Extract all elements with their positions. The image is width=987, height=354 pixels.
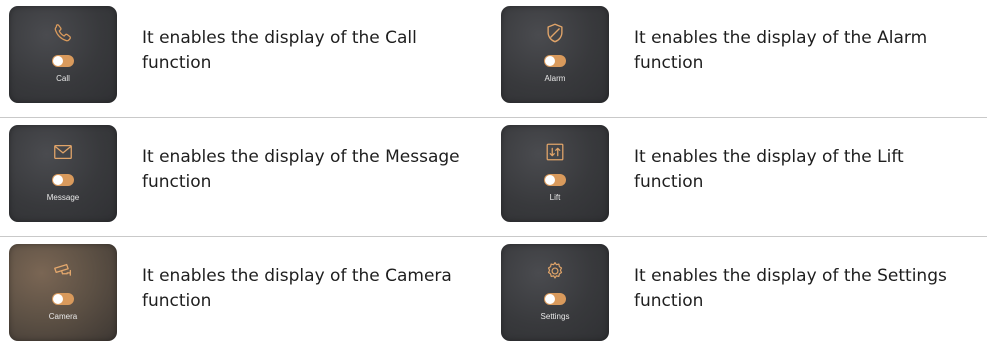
feature-description: It enables the display of the Lift funct… [634,147,904,192]
feature-grid: Call It enables the display of the Call … [0,0,987,351]
feature-description: It enables the display of the Settings f… [634,266,947,311]
toggle-knob [53,175,63,185]
envelope-icon [52,141,74,163]
call-toggle[interactable] [52,55,74,67]
lift-tile[interactable]: Lift [501,125,609,222]
feature-row: Camera It enables the display of the Cam… [0,244,987,354]
camera-icon [52,260,74,282]
toggle-knob [545,56,555,66]
feature-camera: Camera It enables the display of the Cam… [9,244,499,348]
feature-description: It enables the display of the Message fu… [142,147,460,192]
tile-label: Settings [540,312,570,321]
tile-label: Call [56,74,70,83]
message-tile[interactable]: Message [9,125,117,222]
feature-description: It enables the display of the Alarm func… [634,28,928,73]
feature-message: Message It enables the display of the Me… [9,125,499,229]
call-tile[interactable]: Call [9,6,117,103]
tile-label: Lift [549,193,561,202]
alarm-tile[interactable]: Alarm [501,6,609,103]
message-toggle[interactable] [52,174,74,186]
lift-toggle[interactable] [544,174,566,186]
toggle-knob [53,56,63,66]
settings-tile[interactable]: Settings [501,244,609,341]
gear-icon [544,260,566,282]
toggle-knob [545,294,555,304]
feature-row: Message It enables the display of the Me… [0,125,987,235]
toggle-knob [545,175,555,185]
tile-label: Camera [48,312,78,321]
alarm-toggle[interactable] [544,55,566,67]
shield-icon [544,22,566,44]
feature-description: It enables the display of the Camera fun… [142,266,452,311]
feature-lift: Lift It enables the display of the Lift … [501,125,987,229]
camera-tile[interactable]: Camera [9,244,117,341]
camera-toggle[interactable] [52,293,74,305]
tile-label: Alarm [544,74,566,83]
tile-label: Message [46,193,80,202]
feature-description: It enables the display of the Call funct… [142,28,417,73]
feature-alarm: Alarm It enables the display of the Alar… [501,6,987,110]
row-divider [0,117,987,118]
feature-row: Call It enables the display of the Call … [0,6,987,116]
toggle-knob [53,294,63,304]
lift-icon [544,141,566,163]
phone-icon [52,22,74,44]
feature-call: Call It enables the display of the Call … [9,6,499,110]
row-divider [0,236,987,237]
settings-toggle[interactable] [544,293,566,305]
feature-settings: Settings It enables the display of the S… [501,244,987,348]
